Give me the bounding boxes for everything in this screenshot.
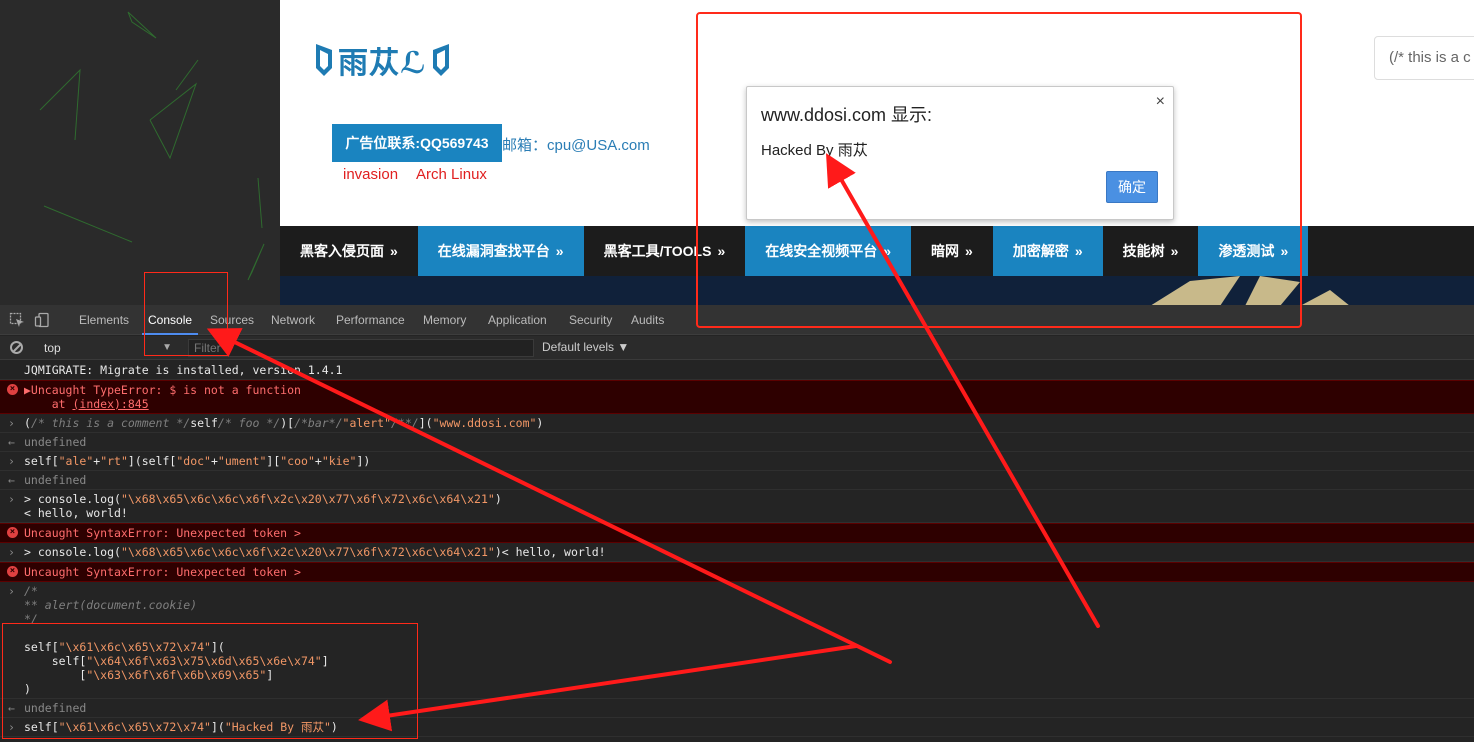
console-line: × Uncaught SyntaxError: Unexpected token …: [0, 523, 1474, 543]
chevron-right-icon: »: [1280, 243, 1289, 259]
clear-console-icon[interactable]: [10, 341, 23, 354]
tab-elements[interactable]: Elements: [79, 305, 129, 335]
logo-text: 雨苁ℒ: [338, 46, 427, 81]
nav-item-6[interactable]: 技能树»: [1103, 226, 1199, 276]
alert-dialog: www.ddosi.com 显示: × Hacked By 雨苁 确定: [746, 86, 1174, 220]
input-code: > console.log("\x68\x65\x6c\x6c\x6f\x2c\…: [24, 545, 606, 559]
error-icon: ×: [7, 527, 18, 538]
nav-item-2[interactable]: 黑客工具/TOOLS»: [584, 226, 746, 276]
console-line: ← undefined: [0, 471, 1474, 490]
shield-left-icon: [316, 44, 332, 76]
console-line: ← undefined: [0, 699, 1474, 718]
chevron-right-icon: »: [717, 243, 726, 259]
result-arrow-icon: ←: [8, 701, 15, 715]
result-arrow-icon: ←: [8, 435, 15, 449]
tab-application[interactable]: Application: [488, 305, 547, 335]
error-icon: ×: [7, 384, 18, 395]
prompt-chevron-icon: ›: [8, 584, 15, 598]
close-icon[interactable]: ×: [1156, 93, 1165, 111]
tag-link-arch-linux[interactable]: Arch Linux: [416, 166, 487, 183]
console-line: › self["\x61\x6c\x65\x72\x74"]("Hacked By…: [0, 718, 1474, 737]
console-line: › (/* this is a comment */self/* foo */)[…: [0, 414, 1474, 433]
console-line: × ▶Uncaught TypeError: $ is not a functio…: [0, 380, 1474, 414]
input-code: self["\x61\x6c\x65\x72\x74"]("Hacked By …: [24, 720, 338, 734]
shield-right-icon: [432, 44, 449, 76]
ok-button[interactable]: 确定: [1106, 171, 1158, 203]
banner-art: [1151, 276, 1349, 305]
tab-sources[interactable]: Sources: [210, 305, 254, 335]
context-selector[interactable]: top ▼: [36, 338, 176, 358]
main-navbar: 黑客入侵页面» 在线漏洞查找平台» 黑客工具/TOOLS» 在线安全视频平台» 暗网» 加…: [280, 226, 1474, 276]
background-canvas: [0, 0, 280, 305]
prompt-chevron-icon: ›: [8, 492, 15, 506]
email-link[interactable]: 邮箱：cpu@USA.com: [502, 134, 650, 155]
console-line: × Uncaught SyntaxError: Unexpected token …: [0, 562, 1474, 582]
source-link[interactable]: (index):845: [72, 397, 148, 411]
chevron-right-icon: »: [1074, 243, 1083, 259]
chevron-right-icon: »: [555, 243, 564, 259]
banner: [280, 276, 1474, 305]
error-text: Uncaught SyntaxError: Unexpected token >: [24, 526, 301, 540]
tag-links: invasion Arch Linux: [343, 166, 487, 183]
tab-console[interactable]: Console: [141, 305, 199, 335]
console-line: JQMIGRATE: Migrate is installed, version…: [0, 361, 1474, 380]
nav-item-0[interactable]: 黑客入侵页面»: [280, 226, 418, 276]
tab-security[interactable]: Security: [569, 305, 612, 335]
nav-item-3[interactable]: 在线安全视频平台»: [745, 226, 912, 276]
nav-item-5[interactable]: 加密解密»: [992, 226, 1103, 276]
input-code: /* ** alert(document.cookie) */ self["\x…: [24, 584, 329, 696]
chevron-right-icon: »: [1170, 243, 1179, 259]
device-toolbar-icon[interactable]: [34, 312, 50, 328]
console-line: › /* ** alert(document.cookie) */ self["\…: [0, 582, 1474, 699]
nav-item-7[interactable]: 渗透测试»: [1198, 226, 1309, 276]
tab-memory[interactable]: Memory: [423, 305, 466, 335]
error-text[interactable]: ▶Uncaught TypeError: $ is not a function: [24, 383, 301, 397]
tab-network[interactable]: Network: [271, 305, 315, 335]
tab-performance[interactable]: Performance: [336, 305, 405, 335]
input-code: > console.log("\x68\x65\x6c\x6c\x6f\x2c\…: [24, 492, 502, 520]
dialog-message: Hacked By 雨苁: [761, 142, 868, 159]
inspect-element-icon[interactable]: [9, 312, 25, 328]
result-arrow-icon: ←: [8, 473, 15, 487]
error-text: Uncaught SyntaxError: Unexpected token >: [24, 565, 301, 579]
input-code: self["ale"+"rt"](self["doc"+"ument"]["co…: [24, 454, 371, 468]
result-text: undefined: [24, 473, 87, 487]
chevron-right-icon: »: [965, 243, 973, 259]
console-output: JQMIGRATE: Migrate is installed, version…: [0, 361, 1474, 742]
chevron-right-icon: »: [390, 243, 398, 259]
tag-link-invasion[interactable]: invasion: [343, 166, 398, 183]
input-code: (/* this is a comment */self/* foo */)[/…: [24, 416, 544, 430]
chevron-right-icon: »: [883, 243, 892, 259]
log-text: JQMIGRATE: Migrate is installed, version…: [24, 363, 343, 377]
ad-contact-button[interactable]: 广告位联系:QQ569743: [332, 124, 502, 162]
prompt-chevron-icon: ›: [8, 454, 15, 468]
devtools-tabbar: Elements Console Sources Network Performance…: [0, 305, 1474, 335]
devtools-panel: Elements Console Sources Network Performance…: [0, 305, 1474, 742]
error-icon: ×: [7, 566, 18, 577]
prompt-chevron-icon: ›: [8, 416, 15, 430]
nav-item-1[interactable]: 在线漏洞查找平台»: [417, 226, 584, 276]
site-logo[interactable]: 雨苁ℒ: [314, 38, 451, 82]
prompt-chevron-icon: ›: [8, 545, 15, 559]
log-levels-dropdown[interactable]: Default levels ▼: [542, 340, 629, 354]
console-line: › self["ale"+"rt"](self["doc"+"ument"]["c…: [0, 452, 1474, 471]
nav-item-4[interactable]: 暗网»: [911, 226, 993, 276]
console-line: ← undefined: [0, 433, 1474, 452]
prompt-chevron-icon: ›: [8, 720, 15, 734]
result-text: undefined: [24, 701, 87, 715]
network-lines-art: [39, 11, 265, 281]
search-input[interactable]: (/* this is a c: [1374, 36, 1474, 80]
tab-audits[interactable]: Audits: [631, 305, 664, 335]
chevron-down-icon: ▼: [162, 342, 172, 353]
filter-input[interactable]: [188, 339, 534, 357]
result-text: undefined: [24, 435, 87, 449]
dialog-title: www.ddosi.com 显示:: [761, 105, 933, 125]
console-line: › > console.log("\x68\x65\x6c\x6c\x6f\x2c…: [0, 543, 1474, 562]
console-line: › > console.log("\x68\x65\x6c\x6c\x6f\x2c…: [0, 490, 1474, 523]
console-toolbar: top ▼ Default levels ▼: [0, 336, 1474, 360]
